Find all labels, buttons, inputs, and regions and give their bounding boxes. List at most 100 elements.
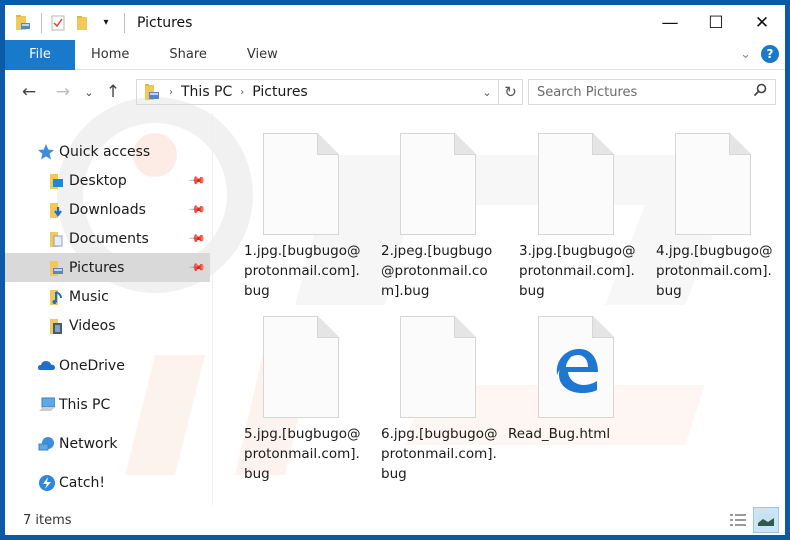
file-name: 2.jpeg.[bugbugo @protonmail.co m].bug: [381, 243, 493, 299]
pin-icon[interactable]: 📌: [188, 171, 207, 190]
page-fold: [729, 133, 751, 155]
blank-file-icon: [400, 133, 476, 235]
folder-picture-icon[interactable]: [15, 14, 31, 32]
sidebar-item-label: Downloads: [69, 201, 146, 218]
new-folder-icon[interactable]: [74, 14, 90, 32]
pictures-folder-icon: [47, 259, 65, 277]
ribbon-tabs: File Home Share View ⌄ ?: [5, 39, 785, 70]
details-view-icon: [730, 514, 746, 526]
search-box[interactable]: [528, 79, 776, 105]
file-explorer-window: ▾ Pictures — ☐ ✕ File Home Share View ⌄ …: [5, 5, 785, 535]
sidebar-item-catch[interactable]: Catch!: [5, 468, 210, 497]
file-name: 5.jpg.[bugbugo@ protonmail.com]. bug: [244, 426, 361, 482]
status-bar: 7 items: [5, 505, 785, 535]
file-name: 4.jpg.[bugbugo@ protonmail.com]. bug: [656, 243, 773, 299]
window-controls: — ☐ ✕: [647, 5, 785, 40]
maximize-button[interactable]: ☐: [693, 5, 739, 40]
up-button[interactable]: ↑: [99, 78, 127, 106]
sidebar-item-label: Pictures: [69, 259, 125, 276]
pin-icon[interactable]: 📌: [188, 200, 207, 219]
sidebar-item-pictures[interactable]: Pictures 📌: [5, 253, 210, 282]
sidebar-item-label: Network: [59, 435, 118, 452]
recent-locations-button[interactable]: ⌄: [79, 78, 99, 106]
file-name: 6.jpg.[bugbugo@ protonmail.com]. bug: [381, 426, 498, 482]
sidebar-item-onedrive[interactable]: OneDrive: [5, 351, 210, 380]
file-name: 3.jpg.[bugbugo@ protonmail.com]. bug: [519, 243, 636, 299]
blank-file-icon: [538, 133, 614, 235]
forward-button[interactable]: →: [49, 78, 77, 106]
toolbar-separator: [124, 12, 125, 33]
catch-icon: [37, 474, 55, 492]
tab-file[interactable]: File: [5, 39, 75, 70]
quick-access-toolbar: ▾: [5, 5, 133, 40]
sidebar-item-label: Desktop: [69, 172, 127, 189]
search-icon[interactable]: [753, 83, 775, 101]
sidebar-item-label: OneDrive: [59, 357, 125, 374]
page-fold: [592, 316, 614, 338]
search-input[interactable]: [529, 81, 753, 103]
edge-logo-icon: [556, 349, 598, 393]
pin-icon[interactable]: 📌: [188, 258, 207, 277]
toolbar-separator: [41, 12, 42, 33]
back-button[interactable]: ←: [15, 78, 43, 106]
navigation-bar: ← → ⌄ ↑ › This PC › Pictures ⌄ ↻: [5, 71, 785, 113]
file-name: 1.jpg.[bugbugo@ protonmail.com]. bug: [244, 243, 361, 299]
sidebar-item-this-pc[interactable]: This PC: [5, 390, 210, 419]
expand-ribbon-icon[interactable]: ⌄: [740, 47, 751, 62]
help-button[interactable]: ?: [761, 45, 779, 63]
details-view-button[interactable]: [725, 507, 751, 533]
tab-view[interactable]: View: [227, 40, 298, 70]
minimize-button[interactable]: —: [647, 5, 693, 40]
desktop-folder-icon: [47, 172, 65, 190]
navigation-pane: Quick access Desktop 📌 Downloads 📌 Docum…: [5, 113, 212, 505]
sidebar-item-music[interactable]: Music: [5, 282, 210, 311]
address-dropdown-icon[interactable]: ⌄: [476, 86, 498, 99]
tab-home[interactable]: Home: [75, 40, 149, 70]
pictures-folder-icon: [143, 83, 161, 101]
this-pc-icon: [37, 396, 55, 414]
sidebar-item-label: Documents: [69, 230, 149, 247]
page-fold: [317, 316, 339, 338]
sidebar-item-desktop[interactable]: Desktop 📌: [5, 166, 210, 195]
sidebar-item-network[interactable]: Network: [5, 429, 210, 458]
tab-share[interactable]: Share: [149, 40, 227, 70]
breadcrumb-this-pc[interactable]: This PC: [181, 84, 232, 100]
documents-folder-icon: [47, 230, 65, 248]
file-name: Read_Bug.html: [508, 426, 611, 442]
sidebar-item-label: Quick access: [59, 143, 151, 160]
sidebar-item-label: Videos: [69, 317, 116, 334]
file-list: 1.jpg.[bugbugo@ protonmail.com]. bug 2.jp…: [213, 113, 785, 505]
network-icon: [37, 435, 55, 453]
star-icon: [37, 143, 55, 161]
customize-dropdown-icon[interactable]: ▾: [98, 14, 114, 32]
properties-icon[interactable]: [50, 14, 66, 32]
sidebar-item-documents[interactable]: Documents 📌: [5, 224, 210, 253]
page-fold: [592, 133, 614, 155]
close-button[interactable]: ✕: [739, 5, 785, 40]
window-title: Pictures: [137, 14, 193, 31]
item-count: 7 items: [23, 512, 72, 528]
address-bar[interactable]: › This PC › Pictures ⌄ ↻: [136, 79, 523, 105]
page-fold: [454, 133, 476, 155]
large-icons-view-icon: [758, 514, 774, 526]
breadcrumb-pictures[interactable]: Pictures: [252, 84, 307, 100]
onedrive-icon: [37, 357, 55, 375]
sidebar-item-label: Catch!: [59, 474, 106, 491]
page-fold: [454, 316, 476, 338]
large-icons-view-button[interactable]: [753, 507, 779, 533]
title-bar: ▾ Pictures — ☐ ✕: [5, 5, 785, 40]
breadcrumb-separator: ›: [169, 86, 173, 98]
downloads-folder-icon: [47, 201, 65, 219]
pin-icon[interactable]: 📌: [188, 229, 207, 248]
sidebar-item-downloads[interactable]: Downloads 📌: [5, 195, 210, 224]
sidebar-item-label: This PC: [59, 396, 111, 413]
blank-file-icon: [675, 133, 751, 235]
sidebar-item-label: Music: [69, 288, 109, 305]
page-fold: [317, 133, 339, 155]
sidebar-item-quick-access[interactable]: Quick access: [5, 137, 210, 166]
videos-folder-icon: [47, 317, 65, 335]
sidebar-item-videos[interactable]: Videos: [5, 311, 210, 340]
blank-file-icon: [263, 316, 339, 418]
blank-file-icon: [263, 133, 339, 235]
refresh-button[interactable]: ↻: [498, 80, 522, 104]
